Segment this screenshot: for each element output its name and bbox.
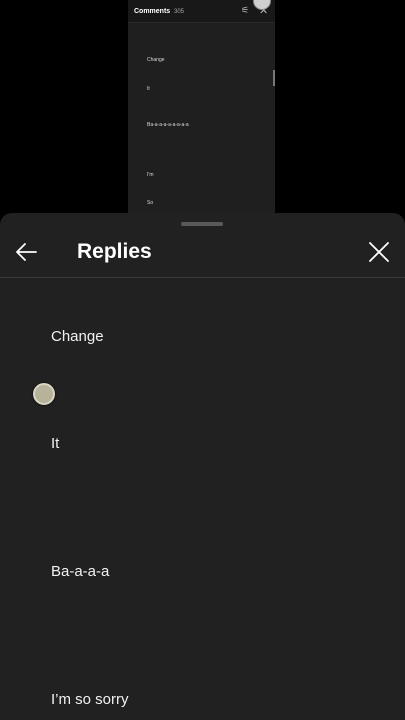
sheet-header: Replies [0, 229, 405, 277]
mini-comments-title: Comments [134, 8, 171, 15]
reply-line: It [51, 435, 60, 452]
page-title: Replies [77, 240, 152, 263]
close-icon [369, 242, 389, 262]
background-comments-screen: Comments 305 ⚟ ✕ Change It Ba-a-a-a-a-a-… [128, 0, 275, 215]
reply-line: Change [51, 328, 104, 345]
back-button[interactable] [12, 237, 42, 267]
drag-handle[interactable] [181, 222, 223, 226]
arrow-left-icon [16, 243, 37, 261]
touch-indicator [33, 383, 55, 405]
mini-line: Ba-a-a-a-a-a-a-a-a [147, 122, 189, 128]
reply-line: Ba-a-a-a [51, 563, 110, 580]
scrollbar [273, 70, 275, 86]
divider [0, 277, 405, 278]
reply-line: I’m so sorry [51, 691, 129, 708]
mini-line: It [147, 86, 150, 92]
close-button[interactable] [364, 237, 394, 267]
mini-line: So [147, 200, 154, 206]
mini-line: I'm [147, 172, 154, 178]
mini-comments-count: 305 [174, 9, 185, 15]
filter-icon: ⚟ [241, 5, 250, 15]
mini-line: Change [147, 57, 165, 63]
replies-sheet: Replies Change It Ba-a-a-a I’m so sorry [0, 213, 405, 720]
